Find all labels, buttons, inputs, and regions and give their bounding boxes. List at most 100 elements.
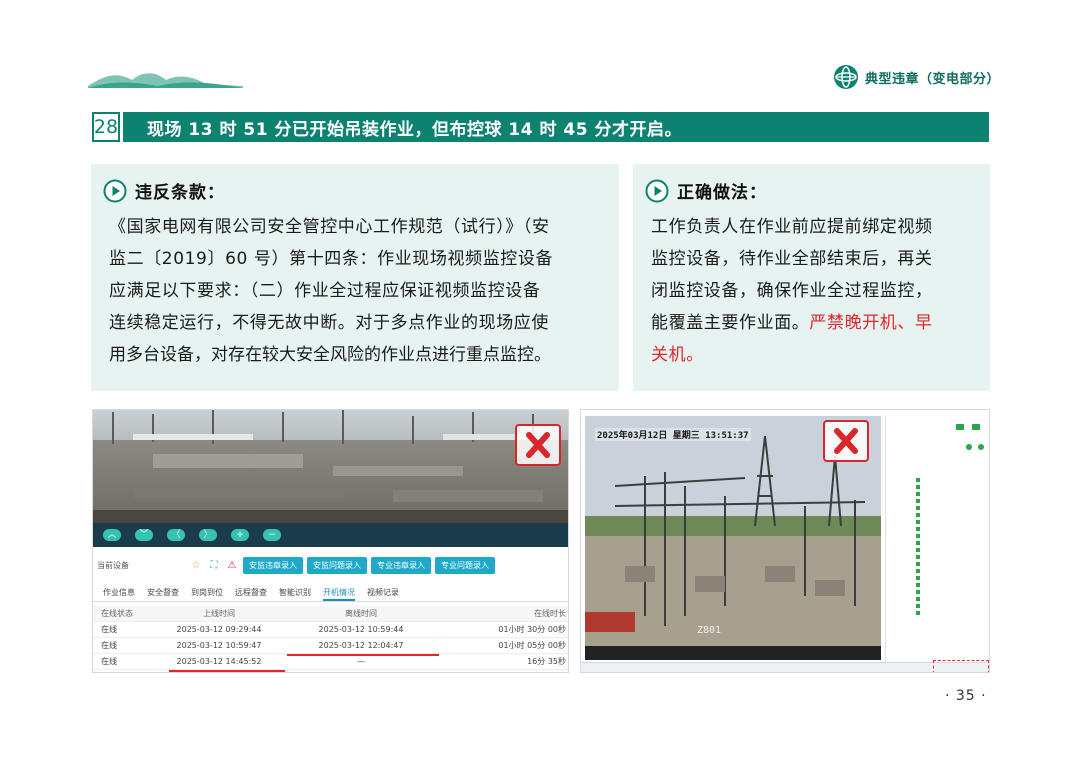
tree-node[interactable] bbox=[886, 602, 989, 609]
correct-line: 监控设备，待作业全部结束后，再关 bbox=[651, 249, 933, 269]
tree-node[interactable] bbox=[886, 588, 989, 595]
violation-line: 应满足以下要求：（二）作业全过程应保证视频监控设备 bbox=[109, 281, 541, 301]
header-wave-decoration bbox=[88, 73, 243, 88]
violation-line: 《国家电网有限公司安全管控中心工作规范（试行）》（安 bbox=[109, 217, 550, 237]
safety-issue-entry-button[interactable]: 安监问题录入 bbox=[307, 556, 367, 574]
specialty-violation-entry-button[interactable]: 专业违章录入 bbox=[371, 556, 431, 574]
col-status: 在线状态 bbox=[101, 609, 133, 618]
tree-node[interactable] bbox=[886, 518, 989, 525]
tree-node[interactable] bbox=[886, 532, 989, 539]
cell-duration: 01小时 05分 00秒 bbox=[498, 641, 566, 650]
current-device-label: 当前设备 bbox=[97, 560, 129, 570]
alert-icon[interactable]: ⚠ bbox=[225, 560, 239, 571]
item-title: 现场 13 时 51 分已开始吊装作业，但布控球 14 时 45 分才开启。 bbox=[123, 112, 989, 142]
right-evidence-screenshot: 2025年03月12日 星期三 13:51:37 Z801 bbox=[580, 409, 990, 673]
table-row: 在线 2025-03-12 14:45:52 — 16分 35秒 bbox=[93, 654, 568, 670]
header-section: 典型违章（变电部分） bbox=[833, 64, 1000, 90]
tree-node[interactable] bbox=[886, 546, 989, 553]
violation-panel: 违反条款： 《国家电网有限公司安全管控中心工作规范（试行）》（安 监二〔2019… bbox=[91, 164, 619, 391]
highlight-underline bbox=[169, 670, 285, 672]
windows-taskbar bbox=[581, 662, 989, 672]
violation-label: 违反条款： bbox=[135, 183, 225, 203]
cell-online-time: 2025-03-12 10:59:47 bbox=[176, 641, 262, 650]
wrong-mark-icon bbox=[515, 424, 561, 466]
pan-down-button[interactable]: ﹀ bbox=[135, 529, 153, 541]
tree-node[interactable] bbox=[886, 560, 989, 567]
correct-line-normal: 能覆盖主要作业面。 bbox=[651, 313, 810, 333]
tab-smart-recognition[interactable]: 智能识别 bbox=[279, 584, 311, 601]
wrong-mark-icon bbox=[823, 420, 869, 462]
pan-left-button[interactable]: 〈 bbox=[167, 529, 185, 541]
table-row: 在线 2025-03-12 09:29:44 2025-03-12 10:59:… bbox=[93, 622, 568, 638]
left-evidence-screenshot: ︿ ﹀ 〈 〉 + − 当前设备 ☆ ⛶ ⚠ 安监违章录入 安监问题录入 专业违… bbox=[92, 409, 569, 673]
tree-node[interactable] bbox=[886, 525, 989, 532]
tree-node[interactable] bbox=[886, 581, 989, 588]
correct-line: 工作负责人在作业前应提前绑定视频 bbox=[651, 217, 933, 237]
tree-node[interactable] bbox=[886, 609, 989, 616]
tree-node[interactable] bbox=[886, 553, 989, 560]
pan-up-button[interactable]: ︿ bbox=[103, 529, 121, 541]
tree-node[interactable] bbox=[886, 511, 989, 518]
camera-timestamp: 2025年03月12日 星期三 13:51:37 bbox=[595, 428, 751, 441]
tree-node[interactable] bbox=[886, 567, 989, 574]
cell-online-time: 2025-03-12 14:45:52 bbox=[176, 657, 262, 666]
correct-line: 闭监控设备，确保作业全过程监控， bbox=[651, 281, 933, 301]
zoom-in-button[interactable]: + bbox=[231, 529, 249, 541]
col-offline-time: 离线时间 bbox=[345, 609, 377, 618]
tab-power-on-status[interactable]: 开机情况 bbox=[323, 584, 355, 601]
header-section-title: 典型违章（变电部分） bbox=[865, 71, 1001, 87]
cell-offline-time: 2025-03-12 10:59:44 bbox=[318, 625, 404, 634]
camera-id-label: Z801 bbox=[697, 625, 722, 636]
cell-status: 在线 bbox=[101, 625, 117, 634]
correct-practice-text: 工作负责人在作业前应提前绑定视频 监控设备，待作业全部结束后，再关 闭监控设备，… bbox=[651, 211, 972, 371]
correct-line-red-end: 关机。 bbox=[651, 345, 704, 365]
cell-status: 在线 bbox=[101, 641, 117, 650]
correct-line-red: 严禁晚开机、早 bbox=[809, 313, 933, 333]
specialty-issue-entry-button[interactable]: 专业问题录入 bbox=[435, 556, 495, 574]
correct-practice-panel: 正确做法： 工作负责人在作业前应提前绑定视频 监控设备，待作业全部结束后，再关 … bbox=[633, 164, 990, 391]
tree-node[interactable] bbox=[886, 539, 989, 546]
col-online-time: 上线时间 bbox=[203, 609, 235, 618]
tab-on-site-presence[interactable]: 到岗到位 bbox=[191, 584, 223, 601]
item-title-bar: 28 现场 13 时 51 分已开始吊装作业，但布控球 14 时 45 分才开启… bbox=[92, 112, 989, 142]
tree-node[interactable] bbox=[886, 476, 989, 483]
table-row: 在线 2025-03-12 10:59:47 2025-03-12 12:04:… bbox=[93, 638, 568, 654]
tree-node[interactable] bbox=[886, 504, 989, 511]
zoom-out-button[interactable]: − bbox=[263, 529, 281, 541]
star-icon[interactable]: ☆ bbox=[189, 560, 203, 571]
camera-toolbar bbox=[585, 646, 881, 660]
highlight-underline bbox=[287, 654, 439, 656]
record-toolbar: 当前设备 ☆ ⛶ ⚠ 安监违章录入 安监问题录入 专业违章录入 专业问题录入 bbox=[93, 554, 568, 576]
table-header: 在线状态 上线时间 离线时间 在线时长 bbox=[93, 606, 568, 622]
power-on-table: 在线状态 上线时间 离线时间 在线时长 在线 2025-03-12 09:29:… bbox=[93, 606, 568, 670]
safety-violation-entry-button[interactable]: 安监违章录入 bbox=[243, 556, 303, 574]
video-control-bar: ︿ ﹀ 〈 〉 + − bbox=[93, 523, 568, 547]
violation-line: 用多台设备，对存在较大安全风险的作业点进行重点监控。 bbox=[109, 345, 551, 365]
cell-duration: 16分 35秒 bbox=[527, 657, 566, 666]
tree-refresh-icon[interactable] bbox=[956, 424, 964, 430]
play-circle-icon bbox=[103, 179, 127, 202]
tree-node[interactable] bbox=[886, 490, 989, 497]
tree-node[interactable] bbox=[886, 497, 989, 504]
tree-search-icon[interactable] bbox=[972, 424, 980, 430]
tree-node[interactable] bbox=[886, 574, 989, 581]
play-circle-icon bbox=[645, 179, 669, 202]
highlight-box bbox=[933, 660, 989, 672]
tree-expand-icon[interactable] bbox=[966, 444, 972, 450]
cell-online-time: 2025-03-12 09:29:44 bbox=[176, 625, 262, 634]
tab-safety-inspection[interactable]: 安全督查 bbox=[147, 584, 179, 601]
sgcc-logo-icon bbox=[834, 65, 858, 89]
violation-line: 监二〔2019〕60 号）第十四条：作业现场视频监控设备 bbox=[109, 249, 554, 269]
violation-line: 连续稳定运行，不得无故中断。对于多点作业的现场应使 bbox=[109, 313, 549, 333]
tab-video-records[interactable]: 视频记录 bbox=[367, 584, 399, 601]
tree-node[interactable] bbox=[886, 483, 989, 490]
tree-node[interactable] bbox=[886, 595, 989, 602]
pan-right-button[interactable]: 〉 bbox=[199, 529, 217, 541]
site-video-frame bbox=[93, 410, 568, 523]
tab-remote-inspection[interactable]: 远程督查 bbox=[235, 584, 267, 601]
record-tabs: 作业信息 安全督查 到岗到位 远程督查 智能识别 开机情况 视频记录 bbox=[93, 584, 568, 602]
tab-work-info[interactable]: 作业信息 bbox=[103, 584, 135, 601]
col-duration: 在线时长 bbox=[534, 609, 566, 618]
fullscreen-icon[interactable]: ⛶ bbox=[207, 560, 221, 571]
tree-collapse-icon[interactable] bbox=[978, 444, 984, 450]
